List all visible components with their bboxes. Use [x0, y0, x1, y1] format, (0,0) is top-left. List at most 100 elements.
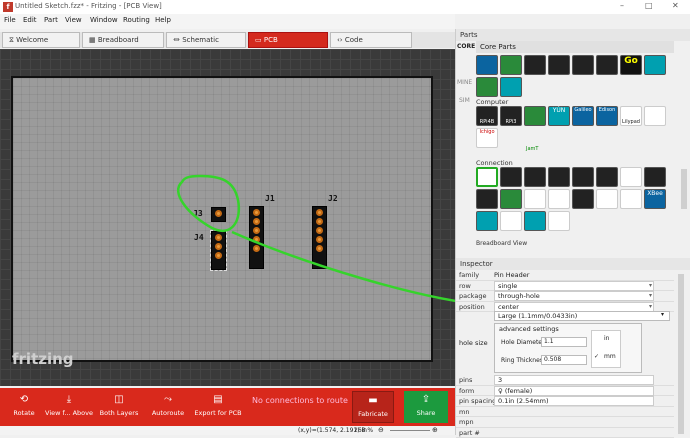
ring-thickness-input[interactable]: 0.508: [541, 355, 587, 365]
property-row[interactable]: rowsingle▾: [456, 281, 674, 292]
part-rpi3[interactable]: RPi3: [500, 106, 522, 126]
property-pins[interactable]: pins3: [456, 375, 674, 386]
dropdown-arrow-icon: ▾: [649, 302, 652, 312]
part-tile[interactable]: [596, 167, 618, 187]
hole-diameter-input[interactable]: 1.1: [541, 337, 587, 347]
part-tile[interactable]: [572, 167, 594, 187]
share-button[interactable]: ⇪ Share: [404, 391, 448, 423]
part-tile[interactable]: [572, 189, 594, 209]
package-select[interactable]: through-hole: [494, 291, 654, 301]
part-tile[interactable]: [500, 55, 522, 75]
part-galileo[interactable]: Galileo: [572, 106, 594, 126]
part-tile[interactable]: [644, 106, 666, 126]
section-connection: Connection: [476, 159, 513, 167]
parts-scrollbar[interactable]: [681, 169, 687, 209]
pin-spacing-select[interactable]: 0.1in (2.54mm): [494, 396, 654, 406]
both-layers-button[interactable]: ◫Both Layers: [96, 388, 142, 426]
zoom-slider[interactable]: [390, 430, 430, 431]
part-tile[interactable]: [596, 55, 618, 75]
bottom-toolbar: ⟲Rotate ⤓View f... Above ◫Both Layers ⤳A…: [0, 388, 455, 426]
part-tile[interactable]: [548, 211, 570, 231]
part-tile[interactable]: [548, 55, 570, 75]
part-yun[interactable]: YÚN: [548, 106, 570, 126]
property-form[interactable]: form ♀ (female): [456, 386, 674, 397]
share-icon: ⇪: [419, 394, 433, 406]
part-tile[interactable]: [524, 167, 546, 187]
part-tile-selected[interactable]: [476, 167, 498, 187]
unit-mm[interactable]: mm: [604, 353, 616, 360]
unit-toggle[interactable]: in ✓ mm: [591, 330, 621, 368]
part-tile[interactable]: [500, 211, 522, 231]
zoom-in-icon[interactable]: ⊕: [432, 426, 438, 434]
part-tile[interactable]: [620, 167, 642, 187]
export-label: Export for PCB: [194, 409, 241, 417]
part-tile[interactable]: [524, 106, 546, 126]
part-edison[interactable]: Edison: [596, 106, 618, 126]
property-family: familyPin Header: [456, 270, 674, 281]
fabricate-label: Fabricate: [358, 410, 388, 418]
part-ichigo[interactable]: Ichigo: [476, 128, 498, 148]
checkmark-icon: ✓: [594, 353, 599, 360]
part-tile[interactable]: [500, 167, 522, 187]
part-tile[interactable]: [572, 55, 594, 75]
part-tile[interactable]: [548, 167, 570, 187]
position-select[interactable]: center: [494, 302, 654, 312]
unit-in[interactable]: in: [604, 335, 609, 342]
view-from-above-button[interactable]: ⤓View f... Above: [44, 388, 94, 426]
inspector-scrollbar[interactable]: [678, 274, 684, 434]
annotation-arrow-line: [232, 232, 488, 305]
bin-sim[interactable]: SIM: [459, 97, 470, 104]
form-select[interactable]: ♀ (female): [494, 386, 654, 396]
hole-size-select[interactable]: Large (1.1mm/0.0433in): [494, 311, 670, 321]
bin-mine[interactable]: MINE: [457, 79, 472, 86]
part-rpi4b[interactable]: RPi4B: [476, 106, 498, 126]
computer-parts-grid: RPi4B RPi3 YÚN Galileo Edison Lilypad Ic…: [476, 106, 676, 148]
part-tile[interactable]: [476, 189, 498, 209]
fabricate-button[interactable]: ▬Fabricate: [352, 391, 394, 423]
mn-label: mn: [459, 407, 469, 417]
part-tile[interactable]: [548, 189, 570, 209]
autoroute-label: Autoroute: [152, 409, 184, 417]
zoom-out-icon[interactable]: ⊖: [378, 426, 384, 434]
pins-select[interactable]: 3: [494, 375, 654, 385]
jamt-label: JamT: [526, 146, 538, 152]
view-label: View f... Above: [45, 409, 93, 417]
property-mn: mn: [456, 407, 674, 418]
family-value: Pin Header: [494, 270, 529, 280]
bin-core[interactable]: CORE: [457, 43, 475, 50]
autoroute-button[interactable]: ⤳Autoroute: [144, 388, 192, 426]
row-select[interactable]: single: [494, 281, 654, 291]
part-xbee[interactable]: XBee: [644, 189, 666, 209]
part-tile[interactable]: [476, 77, 498, 97]
advanced-settings-group: advanced settings Hole Diameter 1.1 Ring…: [494, 323, 642, 373]
property-pin-spacing[interactable]: pin spacing0.1in (2.54mm): [456, 396, 674, 407]
go-part-tile[interactable]: Go: [620, 55, 642, 75]
part-lilypad[interactable]: Lilypad: [620, 106, 642, 126]
part-tile[interactable]: [500, 77, 522, 97]
core-parts-grid: Go: [476, 55, 676, 97]
package-label: package: [459, 291, 486, 301]
form-label: form: [459, 386, 474, 396]
part-tile[interactable]: [476, 55, 498, 75]
inspector-title: Inspector: [460, 260, 493, 268]
inspector-properties-2: pins3 form ♀ (female) pin spacing0.1in (2…: [456, 375, 674, 438]
part-tile[interactable]: [596, 189, 618, 209]
layers-icon: ◫: [112, 394, 126, 406]
part-tile[interactable]: [644, 167, 666, 187]
part-tile[interactable]: [476, 211, 498, 231]
property-package[interactable]: packagethrough-hole▾: [456, 291, 674, 302]
part-tile[interactable]: [524, 55, 546, 75]
share-label: Share: [417, 409, 436, 417]
rotate-button[interactable]: ⟲Rotate: [0, 388, 48, 426]
part-tile[interactable]: [524, 189, 546, 209]
zoom-level: 268 %: [354, 427, 373, 434]
part-tile[interactable]: [620, 189, 642, 209]
property-mpn: mpn: [456, 417, 674, 428]
export-pcb-button[interactable]: ▤Export for PCB: [194, 388, 242, 426]
inspector-properties: familyPin Header rowsingle▾ package throu…: [456, 270, 674, 312]
part-tile[interactable]: [500, 189, 522, 209]
parts-title: Parts: [460, 31, 477, 39]
position-label: position: [459, 302, 485, 312]
part-tile[interactable]: [524, 211, 546, 231]
part-tile[interactable]: [644, 55, 666, 75]
